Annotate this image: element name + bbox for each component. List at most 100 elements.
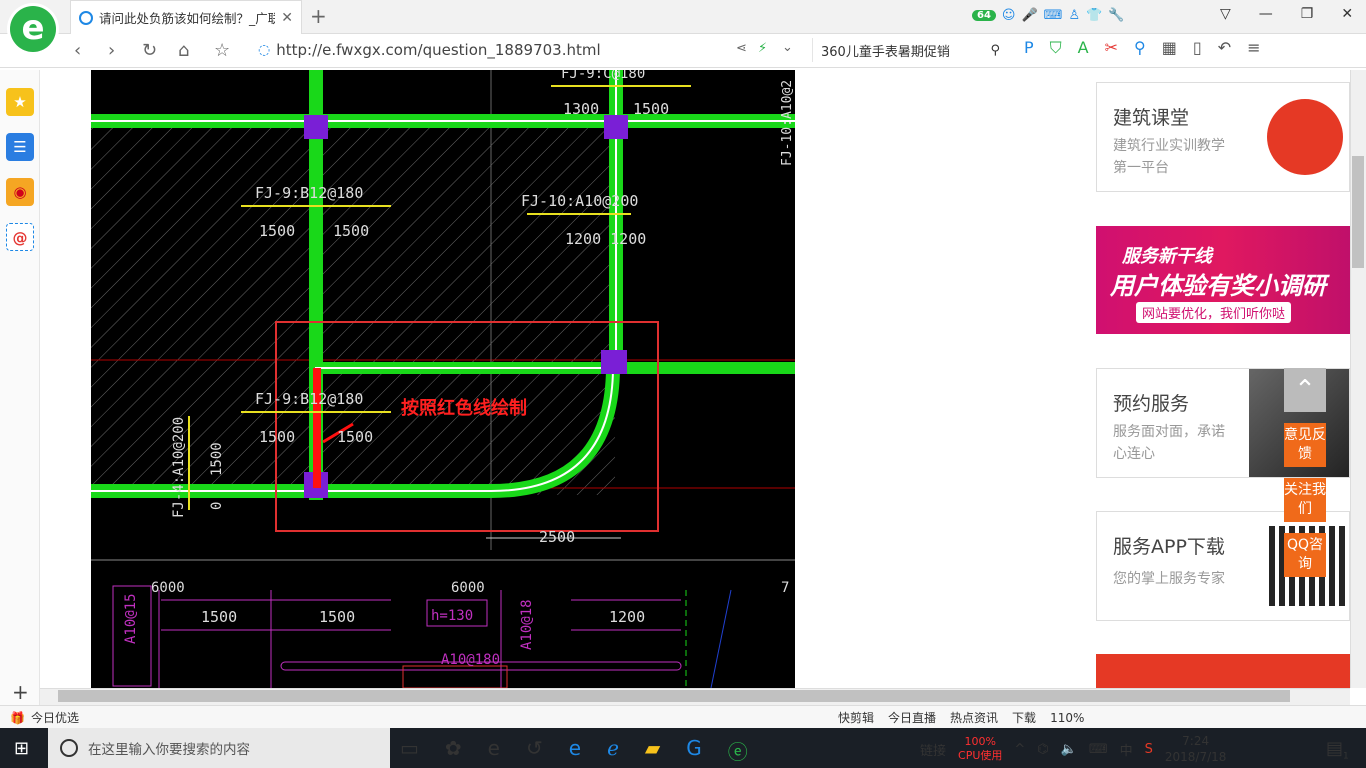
toolbar-icons: P ⛉ A ✂ ⚲ ▦ ▯ ↶ ≡	[1024, 38, 1261, 58]
sogou-icon[interactable]: S	[1145, 742, 1153, 757]
translate-icon[interactable]: A	[1078, 38, 1089, 58]
file-explorer-icon[interactable]: ▰	[645, 736, 660, 765]
new-tab-button[interactable]: +	[310, 4, 327, 28]
undo-icon[interactable]: ↶	[1218, 38, 1231, 58]
status-bar	[0, 705, 1366, 728]
internet-explorer-icon[interactable]: ℯ	[607, 736, 619, 765]
tab-close-icon[interactable]: ✕	[281, 10, 293, 26]
microphone-icon[interactable]: 🎤	[1021, 8, 1037, 23]
taskbar-clock[interactable]: 7:24 2018/7/18	[1165, 733, 1227, 765]
status-left[interactable]: 🎁 今日优选	[10, 709, 79, 726]
maximize-button[interactable]: ❐	[1301, 6, 1314, 22]
tab-active[interactable]: 请问此处负筋该如何绘制？_广联 ✕	[70, 0, 302, 34]
edge-icon[interactable]: e	[569, 736, 581, 765]
site-info-icon[interactable]: ◌	[258, 42, 270, 58]
cad-label: FJ-4:A10@200	[171, 417, 187, 518]
reading-list-icon[interactable]: ☰	[6, 133, 34, 161]
back-icon[interactable]: ‹	[74, 40, 81, 61]
person-icon[interactable]: ♙	[1068, 8, 1080, 23]
window-controls: ▽ — ❐ ✕	[1220, 6, 1353, 22]
chevron-up-icon[interactable]: ^	[1014, 742, 1025, 757]
taskbar-search-box[interactable]: 在这里输入你要搜索的内容	[48, 728, 390, 768]
emoji-icon[interactable]: ☺	[1002, 8, 1016, 23]
browser-logo[interactable]: e	[10, 6, 56, 52]
ad-card-jianzhu[interactable]: 建筑课堂 建筑行业实训教学第一平台	[1096, 82, 1350, 192]
bolt-icon[interactable]: ⚡	[758, 41, 767, 56]
shield-icon[interactable]: ⛉	[1050, 38, 1062, 58]
fan-app-icon[interactable]: ✿	[445, 736, 462, 765]
grid-icon[interactable]: ▦	[1162, 38, 1177, 58]
cad-label: 1500	[333, 222, 369, 240]
search-input[interactable]: 360儿童手表暑期促销	[821, 41, 950, 60]
status-item-quick-edit[interactable]: 快剪辑	[838, 709, 874, 726]
swirl-app-icon[interactable]: ↺	[526, 736, 543, 765]
home-icon[interactable]: ⌂	[178, 40, 189, 61]
scissors-icon[interactable]: ✂	[1105, 38, 1118, 58]
wrench-icon[interactable]: 🔧	[1108, 8, 1124, 23]
url-text[interactable]: http://e.fwxgx.com/question_1889703.html	[276, 41, 600, 59]
weibo-icon[interactable]: ◉	[6, 178, 34, 206]
banner-line2: 用户体验有奖小调研	[1110, 272, 1326, 300]
skin-icon[interactable]: ▽	[1220, 6, 1231, 22]
status-item-live[interactable]: 今日直播	[888, 709, 936, 726]
ime-indicator[interactable]: 中	[1120, 740, 1133, 759]
cpu-meter[interactable]: 100% CPU使用	[958, 735, 1002, 763]
address-bar[interactable]: ◌ http://e.fwxgx.com/question_1889703.ht…	[258, 38, 808, 62]
cad-drawing[interactable]: FJ-9:C@180 1300 1500 FJ-9:B12@180 1500 1…	[91, 70, 795, 688]
status-right: 快剪辑 今日直播 热点资讯 下载 110%	[838, 709, 1084, 726]
p-icon[interactable]: P	[1024, 38, 1034, 58]
vertical-scroll-thumb[interactable]	[1352, 156, 1364, 268]
glodon-app-icon[interactable]: G	[686, 736, 702, 765]
taskbar-search-input[interactable]: 在这里输入你要搜索的内容	[88, 738, 250, 758]
magnifier-icon[interactable]: ⚲	[1134, 38, 1146, 58]
status-item-news[interactable]: 热点资讯	[950, 709, 998, 726]
bottom-ad-banner[interactable]	[1096, 654, 1350, 688]
forward-icon[interactable]: ›	[108, 40, 115, 61]
tablet-icon[interactable]: ▯	[1193, 38, 1202, 58]
survey-banner[interactable]: 服务新干线 用户体验有奖小调研 网站要优化，我们听你哒	[1096, 226, 1350, 334]
ie-icon[interactable]: e	[488, 736, 500, 765]
keyboard-icon[interactable]: ⌨	[1044, 8, 1063, 23]
search-icon[interactable]: ⚲	[990, 43, 1000, 58]
page-favicon-icon	[79, 10, 93, 25]
browser-360-icon[interactable]: ⓔ	[728, 736, 748, 765]
menu-icon[interactable]: ≡	[1247, 38, 1260, 58]
sidebar-add-icon[interactable]: +	[12, 680, 29, 704]
network-icon[interactable]: ⌬	[1037, 742, 1048, 757]
star-icon[interactable]: ☆	[214, 40, 230, 61]
chevron-down-icon[interactable]: ⌄	[782, 40, 793, 55]
feedback-button[interactable]: 意见反馈	[1284, 423, 1326, 467]
volume-icon[interactable]: 🔈	[1061, 742, 1077, 757]
clock-date: 2018/7/18	[1164, 750, 1227, 764]
tab-title: 请问此处负筋该如何绘制？_广联	[99, 11, 276, 26]
extension-badge[interactable]: 64	[972, 9, 996, 21]
tray-link-label[interactable]: 链接	[920, 740, 946, 759]
task-view-icon[interactable]: ▭	[400, 736, 419, 765]
share-icon[interactable]: ⋖	[736, 41, 747, 56]
page-content: FJ-9:C@180 1300 1500 FJ-9:B12@180 1500 1…	[40, 70, 1350, 688]
keyboard-icon[interactable]: ⌨	[1089, 742, 1108, 757]
search-box[interactable]: 360儿童手表暑期促销 ⚲	[812, 38, 1008, 62]
refresh-icon[interactable]: ↻	[142, 40, 157, 61]
column-1	[304, 115, 328, 139]
banner-line1: 服务新干线	[1122, 246, 1212, 267]
qq-consult-button[interactable]: QQ咨询	[1284, 533, 1326, 577]
email-icon[interactable]: @	[6, 223, 34, 251]
notification-center-icon[interactable]: ▤1	[1326, 738, 1349, 762]
minimize-button[interactable]: —	[1259, 6, 1273, 22]
favorites-star-icon[interactable]: ★	[6, 88, 34, 116]
horizontal-scroll-thumb[interactable]	[58, 690, 1290, 702]
cad-label: 1500	[209, 442, 225, 476]
shirt-icon[interactable]: 👕	[1086, 8, 1102, 23]
ad-desc: 您的掌上服务专家	[1113, 571, 1225, 587]
status-today-picks[interactable]: 今日优选	[31, 709, 79, 726]
cad-label: 6000	[451, 580, 485, 596]
brand-logo-icon	[1267, 99, 1343, 175]
notif-count: 1	[1343, 751, 1349, 762]
zoom-level[interactable]: 110%	[1050, 711, 1084, 725]
back-to-top-icon[interactable]: ⌃	[1284, 368, 1326, 412]
follow-button[interactable]: 关注我们	[1284, 478, 1326, 522]
windows-start-icon[interactable]: ⊞	[14, 738, 29, 759]
status-item-download[interactable]: 下载	[1012, 709, 1036, 726]
close-button[interactable]: ✕	[1341, 6, 1353, 22]
